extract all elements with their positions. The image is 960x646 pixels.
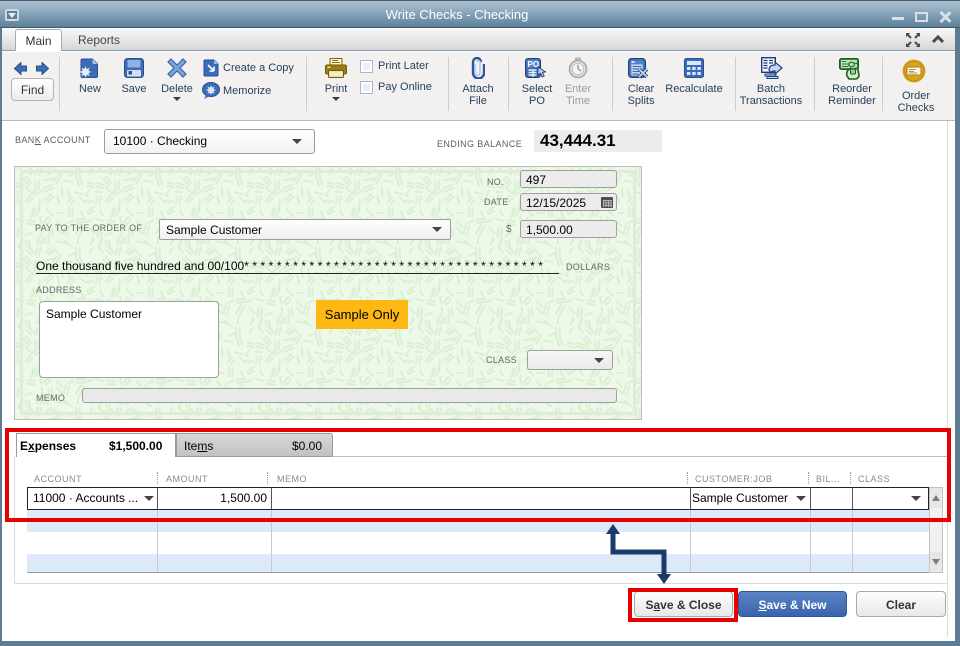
svg-text:PO: PO xyxy=(528,60,540,69)
